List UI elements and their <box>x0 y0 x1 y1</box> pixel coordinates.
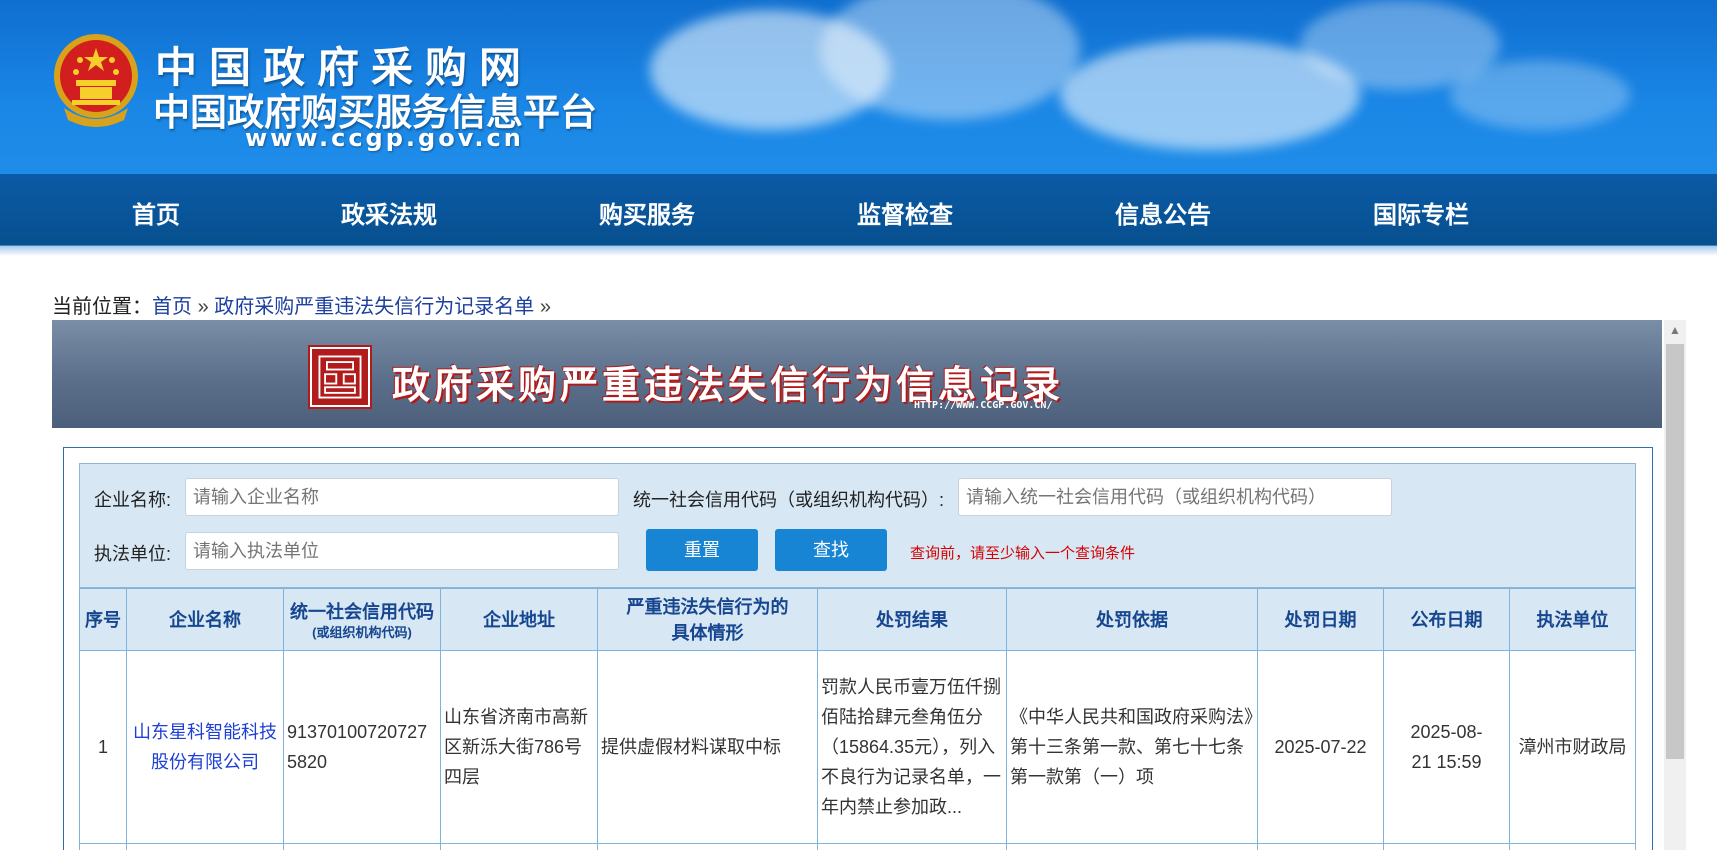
header-address: 企业地址 <box>440 588 598 651</box>
header-company: 企业名称 <box>126 588 284 651</box>
section-banner: 政府采购严重违法失信行为信息记录 HTTP://WWW.CCGP.GOV.CN/ <box>52 320 1662 428</box>
breadcrumb-separator: » <box>197 296 209 318</box>
nav-item-international[interactable]: 国际专栏 <box>1373 195 1469 230</box>
credit-code-label: 统一社会信用代码（或组织机构代码）: <box>633 490 944 510</box>
company-link[interactable]: 山东星科智能科技股份有限公司 <box>133 722 277 772</box>
header-basis: 处罚依据 <box>1006 588 1258 651</box>
site-header: 中国政府采购网 中国政府购买服务信息平台 www.ccgp.gov.cn <box>0 0 1717 174</box>
header-result: 处罚结果 <box>817 588 1007 651</box>
cell-empty <box>79 843 127 850</box>
results-table: 序号 企业名称 统一社会信用代码 (或组织机构代码) 企业地址 严重违法失信行为… <box>79 588 1636 850</box>
breadcrumb-home-link[interactable]: 首页 <box>152 296 192 318</box>
main-nav: 首页 政采法规 购买服务 监督检查 信息公告 国际专栏 <box>0 174 1717 246</box>
table-row: 1 山东星科智能科技股份有限公司 913701007207275820 山东省济… <box>79 650 1636 844</box>
cell-address: 山东省济南市高新区新泺大街786号四层 <box>440 650 598 844</box>
header-agency: 执法单位 <box>1509 588 1636 651</box>
header-publish-date: 公布日期 <box>1383 588 1510 651</box>
breadcrumb-separator: » <box>539 296 551 318</box>
cell-empty <box>440 843 598 850</box>
header-penalty-date: 处罚日期 <box>1257 588 1384 651</box>
national-emblem-icon <box>54 34 138 127</box>
agency-input[interactable] <box>185 532 619 570</box>
company-name-input[interactable] <box>185 478 619 516</box>
cell-empty <box>283 843 441 850</box>
seal-icon <box>308 345 372 409</box>
breadcrumb-prefix: 当前位置： <box>52 296 152 318</box>
nav-item-regulations[interactable]: 政采法规 <box>341 195 437 230</box>
site-url: www.ccgp.gov.cn <box>245 124 524 152</box>
cell-credit-code: 913701007207275820 <box>283 650 441 844</box>
nav-item-home[interactable]: 首页 <box>132 195 180 230</box>
table-row <box>79 843 1636 850</box>
breadcrumb-blacklist-link[interactable]: 政府采购严重违法失信行为记录名单 <box>214 296 534 318</box>
page-scrollbar[interactable]: ▲ <box>1664 320 1686 850</box>
section-url: HTTP://WWW.CCGP.GOV.CN/ <box>914 400 1053 411</box>
cell-result: 罚款人民币壹万伍仟捌佰陆拾肆元叁角伍分（15864.35元），列入不良行为记录名… <box>817 650 1007 844</box>
cell-publish-date: 2025-08-21 15:59 <box>1383 650 1510 844</box>
breadcrumb: 当前位置：首页 » 政府采购严重违法失信行为记录名单 » <box>52 290 551 319</box>
header-seq: 序号 <box>79 588 127 651</box>
cell-empty <box>597 843 818 850</box>
cell-basis: 《中华人民共和国政府采购法》第十三条第一款、第七十七条第一款第（一）项 <box>1006 650 1258 844</box>
nav-divider <box>0 246 1717 256</box>
header-credit-code: 统一社会信用代码 (或组织机构代码) <box>283 588 441 651</box>
cell-company: 山东星科智能科技股份有限公司 <box>126 650 284 844</box>
cell-empty <box>1006 843 1258 850</box>
cell-empty <box>1509 843 1636 850</box>
header-credit-code-main: 统一社会信用代码 <box>290 601 434 622</box>
search-hint: 查询前，请至少输入一个查询条件 <box>910 545 1136 562</box>
agency-label: 执法单位: <box>94 544 172 564</box>
nav-item-purchase-service[interactable]: 购买服务 <box>599 195 695 230</box>
header-credit-code-sub: (或组织机构代码) <box>312 624 412 640</box>
reset-button[interactable]: 重置 <box>646 529 758 571</box>
header-situation-text: 严重违法失信行为的具体情形 <box>626 596 789 643</box>
company-name-label: 企业名称: <box>94 490 172 510</box>
scroll-up-arrow-icon[interactable]: ▲ <box>1664 320 1686 340</box>
cell-empty <box>1257 843 1384 850</box>
cell-empty <box>817 843 1007 850</box>
cell-agency: 漳州市财政局 <box>1509 650 1636 844</box>
search-button[interactable]: 查找 <box>775 529 887 571</box>
cell-situation: 提供虚假材料谋取中标 <box>597 650 818 844</box>
scroll-thumb[interactable] <box>1666 344 1684 759</box>
cell-empty <box>126 843 284 850</box>
cell-seq: 1 <box>79 650 127 844</box>
header-situation: 严重违法失信行为的具体情形 <box>597 588 818 651</box>
nav-item-announcements[interactable]: 信息公告 <box>1115 195 1211 230</box>
cell-penalty-date: 2025-07-22 <box>1257 650 1384 844</box>
cell-empty <box>1383 843 1510 850</box>
table-header-row: 序号 企业名称 统一社会信用代码 (或组织机构代码) 企业地址 严重违法失信行为… <box>79 588 1636 651</box>
credit-code-input[interactable] <box>958 478 1392 516</box>
nav-item-supervision[interactable]: 监督检查 <box>857 195 953 230</box>
